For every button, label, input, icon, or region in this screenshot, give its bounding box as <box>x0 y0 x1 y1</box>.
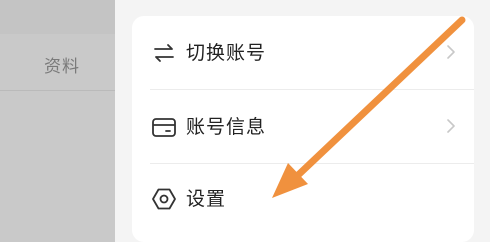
annotation-arrow <box>272 16 466 198</box>
